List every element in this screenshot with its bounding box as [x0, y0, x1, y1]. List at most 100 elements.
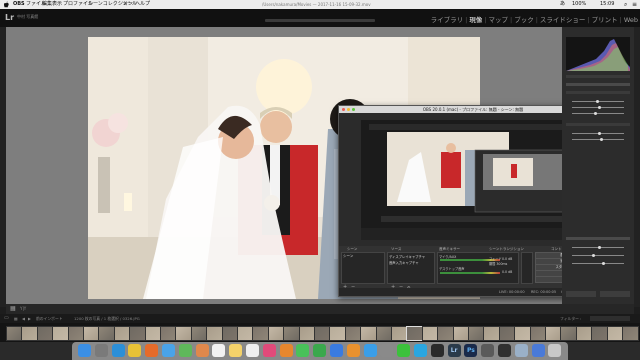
itunes-icon[interactable]	[262, 344, 276, 357]
slider-knob[interactable]	[592, 254, 595, 257]
maps-icon[interactable]	[178, 344, 192, 357]
forward-icon[interactable]: ▶	[28, 314, 31, 323]
module-separator: |	[465, 16, 468, 24]
adjustment-slider[interactable]	[572, 113, 624, 114]
notes-icon[interactable]	[229, 344, 243, 357]
finder-icon[interactable]	[78, 344, 91, 357]
slider-knob[interactable]	[596, 100, 599, 103]
safari-icon[interactable]	[111, 344, 125, 357]
transition-name[interactable]: フェード	[489, 257, 502, 261]
pages-icon[interactable]	[346, 344, 360, 357]
filter-dropdown[interactable]	[590, 316, 630, 321]
right-panel-edge[interactable]	[634, 27, 640, 307]
audio-meter	[440, 272, 500, 274]
develop-right-panel	[562, 27, 634, 307]
numbers-icon[interactable]	[313, 344, 327, 357]
filmstrip-source[interactable]: 前のインポート	[36, 314, 63, 323]
slider-knob[interactable]	[594, 112, 597, 115]
slider-knob[interactable]	[602, 262, 605, 265]
filmstrip-thumbnail[interactable]	[622, 326, 639, 341]
obs-window-title: OBS 20.0.1 (mac) - プロファイル: 無題 - シーン: 無題	[422, 107, 524, 112]
photos-icon[interactable]	[195, 344, 209, 357]
module-tab-0[interactable]: ライブラリ	[431, 14, 464, 24]
panel-section-header[interactable]	[566, 123, 630, 126]
search-icon[interactable]: ⌕	[624, 0, 627, 9]
adjustment-slider[interactable]	[572, 139, 624, 140]
panel-tool-strip[interactable]	[566, 75, 630, 78]
launchpad-icon[interactable]	[94, 344, 108, 357]
clock[interactable]: 15:09	[600, 0, 614, 9]
lightroom-identity-plate: Lr 中村 写真館 ライブラリ | 現像 | マップ | ブック | スライドショー | プリント |…	[0, 9, 640, 27]
lightroom-icon[interactable]: Lr	[447, 344, 461, 357]
apple-menu-icon[interactable]	[4, 1, 9, 8]
preview-icon[interactable]	[514, 344, 528, 357]
module-tab-2[interactable]: マップ	[489, 14, 509, 24]
zoom-window-icon[interactable]	[352, 108, 355, 111]
view-mode-label[interactable]: Y|Y	[20, 304, 26, 314]
slider-knob[interactable]	[600, 138, 603, 141]
calendar-icon[interactable]	[212, 344, 226, 357]
reminders-icon[interactable]	[246, 344, 259, 357]
slider-knob[interactable]	[598, 106, 601, 109]
appstore-icon[interactable]	[363, 344, 377, 357]
terminal-icon[interactable]	[430, 344, 444, 357]
close-window-icon[interactable]	[342, 108, 345, 111]
minimize-window-icon[interactable]	[347, 108, 350, 111]
module-tab-5[interactable]: プリント	[592, 14, 618, 24]
keynote-icon[interactable]	[330, 344, 343, 357]
source-item[interactable]: 音声入力キャプチャ	[388, 260, 434, 265]
slider-knob[interactable]	[598, 246, 601, 249]
adjustment-slider[interactable]	[572, 255, 624, 256]
menu-help[interactable]: ヘルプ	[135, 0, 150, 9]
menu-app-name[interactable]: OBS	[13, 0, 25, 9]
slider-knob[interactable]	[598, 132, 601, 135]
rec-time: REC: 00:00:05	[531, 290, 557, 294]
photoshop-icon[interactable]: Ps	[464, 344, 478, 357]
develop-canvas[interactable]: OBS 20.0.1 (mac) - プロファイル: 無題 - シーン: 無題	[6, 27, 608, 307]
module-tab-4[interactable]: スライドショー	[540, 14, 586, 24]
module-tab-1[interactable]: 現像	[469, 14, 482, 24]
reset-button[interactable]	[600, 291, 630, 297]
preferences-icon[interactable]	[380, 344, 394, 357]
menu-edit[interactable]: 編集	[42, 0, 52, 9]
trash-icon[interactable]	[548, 344, 562, 357]
secondary-window-icon[interactable]: ▭	[4, 314, 9, 323]
quicktime-icon[interactable]	[481, 344, 495, 357]
scene-item[interactable]: シーン	[342, 253, 384, 260]
line-icon[interactable]	[397, 344, 411, 357]
macos-menu-bar: OBS ファイル 編集 表示 プロファイル シーンコレクション ツール ヘルプ …	[0, 0, 640, 9]
firefox-icon[interactable]	[145, 344, 159, 357]
scenes-list[interactable]: シーン	[341, 252, 385, 284]
sources-list[interactable]: ディスプレイキャプチャ 音声入力キャプチャ	[387, 252, 435, 284]
source-item[interactable]: ディスプレイキャプチャ	[388, 253, 434, 260]
ibooks-icon[interactable]	[279, 344, 293, 357]
panel-section-header[interactable]	[566, 237, 630, 240]
skype-icon[interactable]	[414, 344, 427, 357]
grid-view-icon[interactable]: ▦	[10, 304, 16, 314]
menu-list-icon[interactable]: ≡	[632, 0, 637, 9]
grid-icon[interactable]: ▦	[14, 314, 18, 323]
chrome-icon[interactable]	[128, 344, 142, 357]
filmstrip[interactable]	[0, 323, 640, 342]
back-icon[interactable]: ◀	[22, 314, 25, 323]
transition-select[interactable]: フェード 期間 300ms	[489, 256, 529, 266]
panel-section-header[interactable]	[566, 91, 630, 94]
downloads-icon[interactable]	[531, 344, 545, 357]
histogram[interactable]	[566, 37, 630, 71]
duration-value[interactable]: 300ms	[496, 262, 507, 266]
facetime-icon[interactable]	[296, 344, 310, 357]
panel-section-header[interactable]	[566, 83, 630, 86]
adjustment-slider[interactable]	[572, 263, 624, 264]
module-tab-6[interactable]: Web	[624, 16, 638, 24]
battery-status[interactable]: 100%	[572, 0, 586, 9]
mail-icon[interactable]	[162, 344, 175, 357]
obs-icon[interactable]	[498, 344, 511, 357]
filmstrip-count: 1200 枚の写真 / 1 枚選択 / 0326.JPG	[74, 316, 140, 321]
module-tab-3[interactable]: ブック	[514, 14, 534, 24]
preview-capture-image	[361, 120, 585, 240]
menu-view[interactable]: 表示	[52, 0, 62, 9]
previous-button[interactable]	[566, 291, 596, 297]
obs-preview[interactable]	[361, 120, 585, 240]
develop-toolbar: ▦ Y|Y	[6, 304, 634, 314]
input-source-indicator[interactable]: あ	[560, 0, 565, 9]
